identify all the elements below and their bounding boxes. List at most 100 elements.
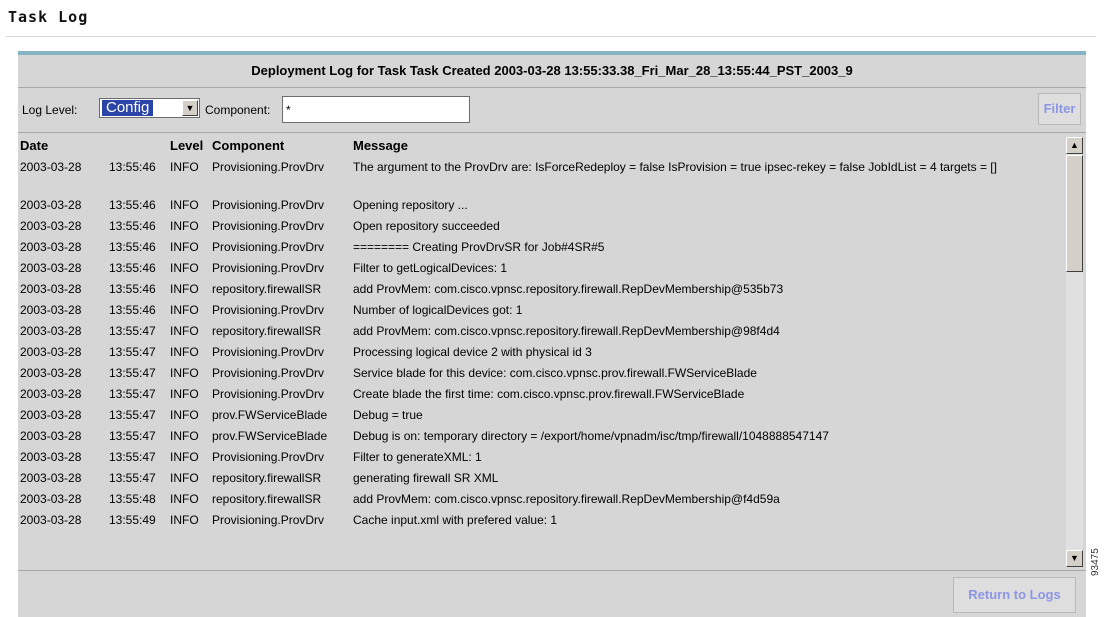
table-row[interactable]: 2003-03-28 13:55:46 INFO repository.firewal…: [18, 279, 1064, 300]
table-row[interactable]: 2003-03-28 13:55:46 INFO Provisioning.ProvD…: [18, 237, 1064, 258]
cell-component: repository.firewallSR: [212, 471, 322, 485]
cell-component: Provisioning.ProvDrv: [212, 219, 325, 233]
cell-time: 13:55:47: [109, 471, 156, 485]
log-level-label: Log Level:: [22, 103, 78, 117]
table-row[interactable]: 2003-03-28 13:55:46 INFO Provisioning.ProvD…: [18, 300, 1064, 321]
footer-divider: [18, 570, 1086, 571]
cell-level: INFO: [170, 408, 199, 422]
cell-time: 13:55:46: [109, 282, 156, 296]
cell-component: Provisioning.ProvDrv: [212, 240, 325, 254]
table-row[interactable]: 2003-03-28 13:55:47 INFO prov.FWServiceBlad…: [18, 405, 1064, 426]
cell-time: 13:55:46: [109, 219, 156, 233]
cell-component: Provisioning.ProvDrv: [212, 513, 325, 527]
column-header-level[interactable]: Level: [170, 136, 210, 156]
cell-message: Filter to getLogicalDevices: 1: [353, 261, 508, 275]
cell-date: 2003-03-28: [20, 219, 82, 233]
arrow-up-icon[interactable]: ▲: [1066, 137, 1083, 154]
cell-message: Create blade the first time: com.cisco.v…: [353, 387, 745, 401]
cell-component: Provisioning.ProvDrv: [212, 366, 325, 380]
cell-level: INFO: [170, 303, 199, 317]
table-row[interactable]: 2003-03-28 13:55:47 INFO Provisioning.ProvD…: [18, 342, 1064, 363]
table-row[interactable]: 2003-03-28 13:55:46 INFO Provisioning.ProvD…: [18, 216, 1064, 237]
vertical-scrollbar[interactable]: ▲ ▼: [1066, 137, 1083, 567]
cell-time: 13:55:49: [109, 513, 156, 527]
table-row[interactable]: 2003-03-28 13:55:48 INFO repository.firewal…: [18, 489, 1064, 510]
table-row[interactable]: 2003-03-28 13:55:47 INFO repository.firewal…: [18, 321, 1064, 342]
cell-level: INFO: [170, 261, 199, 275]
cell-message: Open repository succeeded: [353, 219, 500, 233]
column-header-date[interactable]: Date: [18, 136, 109, 156]
column-header-time: [109, 136, 170, 156]
table-row[interactable]: 2003-03-28 13:55:46 INFO Provisioning.ProvD…: [18, 258, 1064, 279]
cell-message: Opening repository ...: [353, 198, 468, 212]
cell-date: 2003-03-28: [20, 345, 82, 359]
component-label: Component:: [205, 103, 271, 117]
cell-level: INFO: [170, 387, 199, 401]
cell-time: 13:55:48: [109, 492, 156, 506]
cell-component: prov.FWServiceBlade: [212, 429, 328, 443]
table-row[interactable]: 2003-03-28 13:55:46 INFO Provisioning.ProvD…: [18, 195, 1064, 216]
cell-message: Debug is on: temporary directory = /expo…: [353, 429, 829, 443]
cell-date: 2003-03-28: [20, 160, 82, 174]
filter-button[interactable]: Filter: [1038, 93, 1081, 125]
table-row[interactable]: 2003-03-28 13:55:47 INFO Provisioning.ProvD…: [18, 363, 1064, 384]
cell-date: 2003-03-28: [20, 198, 82, 212]
cell-time: 13:55:46: [109, 303, 156, 317]
cell-date: 2003-03-28: [20, 471, 82, 485]
title-divider: [6, 36, 1096, 37]
cell-level: INFO: [170, 492, 199, 506]
cell-message: The argument to the ProvDrv are: IsForce…: [353, 160, 997, 174]
filter-controls: Log Level: Config ▼ Component: Filter: [18, 88, 1086, 133]
cell-level: INFO: [170, 429, 199, 443]
cell-level: INFO: [170, 160, 199, 174]
cell-date: 2003-03-28: [20, 240, 82, 254]
column-header-component[interactable]: Component: [210, 136, 353, 156]
cell-component: repository.firewallSR: [212, 324, 322, 338]
table-row[interactable]: 2003-03-28 13:55:47 INFO repository.firewal…: [18, 468, 1064, 489]
cell-time: 13:55:47: [109, 408, 156, 422]
cell-component: repository.firewallSR: [212, 282, 322, 296]
component-input[interactable]: [282, 96, 470, 123]
cell-component: Provisioning.ProvDrv: [212, 198, 325, 212]
cell-component: Provisioning.ProvDrv: [212, 261, 325, 275]
cell-date: 2003-03-28: [20, 324, 82, 338]
arrow-down-icon[interactable]: ▼: [1066, 550, 1083, 567]
table-row[interactable]: 2003-03-28 13:55:47 INFO Provisioning.ProvD…: [18, 384, 1064, 405]
cell-time: 13:55:46: [109, 240, 156, 254]
cell-message: Processing logical device 2 with physica…: [353, 345, 592, 359]
cell-level: INFO: [170, 513, 199, 527]
cell-date: 2003-03-28: [20, 282, 82, 296]
table-row[interactable]: 2003-03-28 13:55:47 INFO Provisioning.ProvD…: [18, 447, 1064, 468]
cell-message: ======== Creating ProvDrvSR for Job#4SR#…: [353, 240, 605, 254]
cell-message: Debug = true: [353, 408, 423, 422]
cell-level: INFO: [170, 366, 199, 380]
cell-date: 2003-03-28: [20, 513, 82, 527]
page-title: Task Log: [8, 8, 89, 26]
return-to-logs-button[interactable]: Return to Logs: [953, 577, 1076, 613]
table-row[interactable]: 2003-03-28 13:55:47 INFO prov.FWServiceBlad…: [18, 426, 1064, 447]
table-header-row: Date Level Component Message: [18, 136, 1064, 156]
cell-time: 13:55:47: [109, 450, 156, 464]
cell-time: 13:55:46: [109, 198, 156, 212]
cell-component: prov.FWServiceBlade: [212, 408, 328, 422]
cell-date: 2003-03-28: [20, 408, 82, 422]
table-row[interactable]: 2003-03-28 13:55:46 INFO Provisioning.ProvD…: [18, 156, 1064, 195]
cell-message: add ProvMem: com.cisco.vpnsc.repository.…: [353, 282, 784, 296]
cell-date: 2003-03-28: [20, 429, 82, 443]
cell-time: 13:55:47: [109, 429, 156, 443]
cell-time: 13:55:47: [109, 324, 156, 338]
cell-date: 2003-03-28: [20, 366, 82, 380]
figure-id: 93475: [1090, 548, 1101, 576]
scrollbar-thumb[interactable]: [1066, 155, 1083, 272]
cell-component: Provisioning.ProvDrv: [212, 387, 325, 401]
cell-date: 2003-03-28: [20, 303, 82, 317]
log-level-select[interactable]: Config ▼: [99, 98, 200, 118]
cell-level: INFO: [170, 471, 199, 485]
log-level-value: Config: [102, 100, 154, 116]
deployment-log-panel: Deployment Log for Task Task Created 200…: [18, 51, 1086, 617]
table-row[interactable]: 2003-03-28 13:55:49 INFO Provisioning.ProvD…: [18, 510, 1064, 531]
cell-level: INFO: [170, 219, 199, 233]
chevron-down-icon[interactable]: ▼: [182, 100, 198, 116]
column-header-message[interactable]: Message: [353, 136, 1062, 156]
cell-component: repository.firewallSR: [212, 492, 322, 506]
